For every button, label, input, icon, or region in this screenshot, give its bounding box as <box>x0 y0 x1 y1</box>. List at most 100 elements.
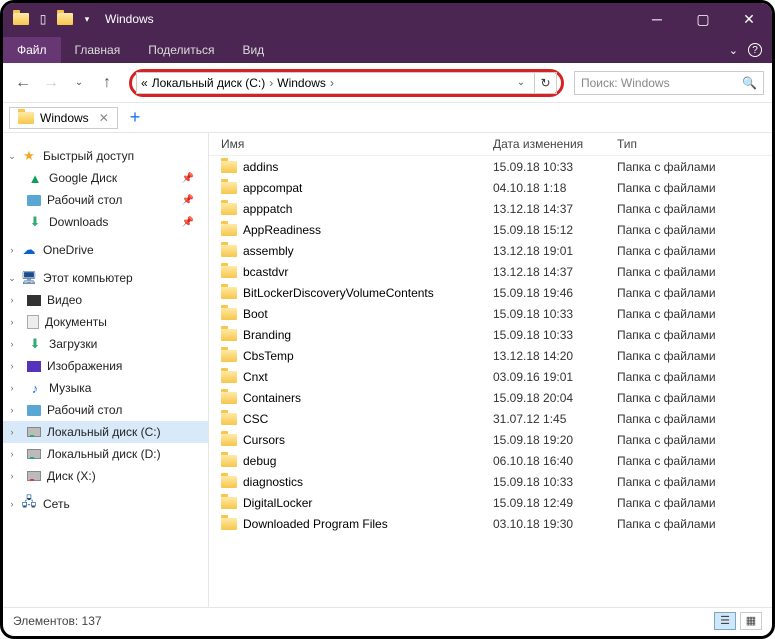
sidebar-item[interactable]: ›Документы <box>3 311 208 333</box>
up-button[interactable]: ↑ <box>95 71 119 95</box>
expand-icon[interactable]: › <box>7 361 17 371</box>
vid-icon <box>27 295 41 306</box>
view-large-icons-button[interactable]: ▦ <box>740 612 762 630</box>
chevron-right-icon[interactable]: › <box>269 76 273 90</box>
sidebar-item[interactable]: Рабочий стол📌 <box>3 189 208 211</box>
ribbon-tab-file[interactable]: Файл <box>3 37 61 63</box>
sidebar-network[interactable]: › 🖧 Сеть <box>3 493 208 515</box>
expand-icon[interactable]: › <box>7 383 17 393</box>
file-name: AppReadiness <box>243 223 493 237</box>
file-row[interactable]: Cursors15.09.18 19:20Папка с файлами <box>209 429 772 450</box>
close-tab-icon[interactable]: ✕ <box>99 111 109 125</box>
collapse-icon[interactable]: ⌄ <box>7 273 17 284</box>
file-row[interactable]: diagnostics15.09.18 10:33Папка с файлами <box>209 471 772 492</box>
ribbon-expand-icon[interactable]: ⌄ <box>729 44 738 57</box>
sidebar-item[interactable]: ›Локальный диск (C:) <box>3 421 208 443</box>
file-row[interactable]: Containers15.09.18 20:04Папка с файлами <box>209 387 772 408</box>
sidebar-item[interactable]: ›Диск (X:) <box>3 465 208 487</box>
breadcrumb[interactable]: Windows <box>277 76 326 90</box>
file-row[interactable]: CbsTemp13.12.18 14:20Папка с файлами <box>209 345 772 366</box>
folder-icon <box>221 224 237 236</box>
folder-icon <box>18 112 34 124</box>
folder-icon <box>221 266 237 278</box>
expand-icon[interactable]: › <box>7 339 17 349</box>
file-type: Папка с файлами <box>617 286 716 300</box>
expand-icon[interactable]: › <box>7 499 17 509</box>
file-row[interactable]: Branding15.09.18 10:33Папка с файлами <box>209 324 772 345</box>
file-list[interactable]: addins15.09.18 10:33Папка с файламиappco… <box>209 156 772 607</box>
file-row[interactable]: CSC31.07.12 1:45Папка с файлами <box>209 408 772 429</box>
sidebar-item[interactable]: ›⬇Загрузки <box>3 333 208 355</box>
refresh-button[interactable]: ↻ <box>535 72 557 94</box>
address-bar[interactable]: « Локальный диск (C:) › Windows › ⌄ <box>136 72 535 94</box>
sidebar-item[interactable]: ⬇Downloads📌 <box>3 211 208 233</box>
column-type[interactable]: Тип <box>617 137 760 151</box>
sidebar-item[interactable]: ›Изображения <box>3 355 208 377</box>
file-row[interactable]: DigitalLocker15.09.18 12:49Папка с файла… <box>209 492 772 513</box>
expand-icon[interactable]: › <box>7 317 17 327</box>
minimize-button[interactable]: ─ <box>634 3 680 35</box>
file-row[interactable]: appcompat04.10.18 1:18Папка с файлами <box>209 177 772 198</box>
sidebar-item[interactable]: ▲Google Диск📌 <box>3 167 208 189</box>
file-row[interactable]: Downloaded Program Files03.10.18 19:30Па… <box>209 513 772 534</box>
sidebar-item[interactable]: ›Видео <box>3 289 208 311</box>
column-date[interactable]: Дата изменения <box>493 137 617 151</box>
new-tab-button[interactable]: + <box>122 107 149 128</box>
folder-tab[interactable]: Windows ✕ <box>9 107 118 129</box>
properties-icon[interactable]: ▯ <box>35 11 51 27</box>
file-name: apppatch <box>243 202 493 216</box>
hdd-icon <box>27 427 41 437</box>
help-icon[interactable]: ? <box>748 43 762 57</box>
file-name: addins <box>243 160 493 174</box>
sidebar-quick-access[interactable]: ⌄ ★ Быстрый доступ <box>3 145 208 167</box>
search-input[interactable]: Поиск: Windows 🔍 <box>574 71 764 95</box>
file-row[interactable]: bcastdvr13.12.18 14:37Папка с файлами <box>209 261 772 282</box>
file-row[interactable]: assembly13.12.18 19:01Папка с файлами <box>209 240 772 261</box>
expand-icon[interactable]: › <box>7 449 17 459</box>
file-row[interactable]: debug06.10.18 16:40Папка с файлами <box>209 450 772 471</box>
file-row[interactable]: apppatch13.12.18 14:37Папка с файлами <box>209 198 772 219</box>
breadcrumb[interactable]: Локальный диск (C:) <box>152 76 266 90</box>
expand-icon[interactable]: › <box>7 245 17 255</box>
expand-icon[interactable]: › <box>7 295 17 305</box>
file-date: 13.12.18 14:37 <box>493 265 617 279</box>
close-button[interactable]: ✕ <box>726 3 772 35</box>
folder-icon <box>221 455 237 467</box>
window-title: Windows <box>105 12 154 26</box>
qat-dropdown-icon[interactable]: ▾ <box>79 11 95 27</box>
collapse-icon[interactable]: ⌄ <box>7 151 17 162</box>
back-button[interactable]: ← <box>11 71 35 95</box>
file-type: Папка с файлами <box>617 328 716 342</box>
file-row[interactable]: Cnxt03.09.16 19:01Папка с файлами <box>209 366 772 387</box>
file-row[interactable]: AppReadiness15.09.18 15:12Папка с файлам… <box>209 219 772 240</box>
sidebar-item[interactable]: ›Локальный диск (D:) <box>3 443 208 465</box>
explorer-window: ▯ ▾ Windows ─ ▢ ✕ Файл Главная Поделитьс… <box>0 0 775 639</box>
file-row[interactable]: addins15.09.18 10:33Папка с файлами <box>209 156 772 177</box>
ribbon-tab-share[interactable]: Поделиться <box>134 37 228 63</box>
qat-folder-icon[interactable] <box>57 11 73 27</box>
chevron-right-icon[interactable]: › <box>330 76 334 90</box>
expand-icon[interactable]: › <box>7 427 17 437</box>
sidebar-this-pc[interactable]: ⌄ 🖥 Этот компьютер <box>3 267 208 289</box>
sidebar-item[interactable]: ›♪Музыка <box>3 377 208 399</box>
view-details-button[interactable]: ☰ <box>714 612 736 630</box>
file-type: Папка с файлами <box>617 454 716 468</box>
ribbon-tab-home[interactable]: Главная <box>61 37 135 63</box>
sidebar-onedrive[interactable]: › ☁ OneDrive <box>3 239 208 261</box>
address-bar-highlight: « Локальный диск (C:) › Windows › ⌄ ↻ <box>129 69 564 97</box>
column-name[interactable]: Имя <box>221 137 493 151</box>
maximize-button[interactable]: ▢ <box>680 3 726 35</box>
file-type: Папка с файлами <box>617 412 716 426</box>
file-row[interactable]: BitLockerDiscoveryVolumeContents15.09.18… <box>209 282 772 303</box>
expand-icon[interactable]: › <box>7 405 17 415</box>
sidebar-item[interactable]: ›Рабочий стол <box>3 399 208 421</box>
file-row[interactable]: Boot15.09.18 10:33Папка с файлами <box>209 303 772 324</box>
expand-icon[interactable]: › <box>7 471 17 481</box>
ribbon-tab-view[interactable]: Вид <box>228 37 278 63</box>
recent-dropdown-icon[interactable]: ⌄ <box>67 71 91 95</box>
forward-button[interactable]: → <box>39 71 63 95</box>
navigation-pane[interactable]: ⌄ ★ Быстрый доступ ▲Google Диск📌Рабочий … <box>3 133 209 607</box>
address-dropdown-icon[interactable]: ⌄ <box>512 77 530 88</box>
file-type: Папка с файлами <box>617 202 716 216</box>
folder-icon <box>221 182 237 194</box>
